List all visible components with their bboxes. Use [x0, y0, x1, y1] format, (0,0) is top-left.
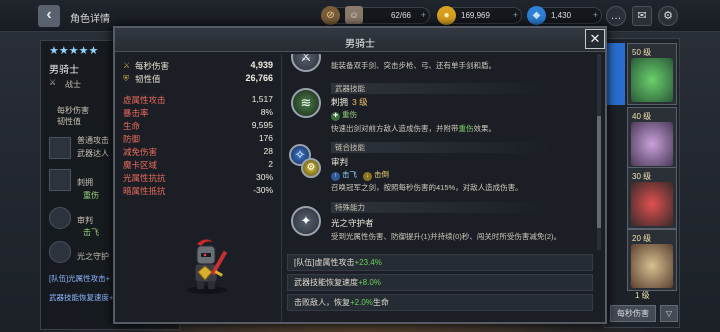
skill-tag: ↓ 击倒	[363, 169, 389, 181]
gold-coin-icon: ●	[437, 6, 456, 25]
panel-skill-label: 刺拥	[77, 178, 93, 187]
skill-slot[interactable]	[49, 169, 71, 191]
mail-icon[interactable]: ✉	[632, 6, 652, 26]
panel-skill-label: 普通攻击	[77, 136, 109, 145]
skill-desc: 能装备双手剑、突击步枪、弓、还有单手剑和盾。	[331, 61, 496, 70]
chain-skill-icon[interactable]: ⚙	[301, 158, 321, 178]
stamina-counter: ⊘ ☺ 62/66 +	[321, 6, 430, 25]
panel-skill-label: 光之守护	[77, 252, 109, 261]
scroll-thumb[interactable]	[597, 116, 601, 228]
weapon-mastery-icon: ⚔	[291, 54, 321, 72]
sort-dropdown[interactable]: 每秒伤害	[610, 305, 656, 322]
stamina-icon: ⊘	[321, 6, 340, 25]
divider	[281, 54, 282, 322]
modal-title: 男骑士	[345, 39, 375, 50]
avatar-icon: ☺	[345, 6, 363, 24]
star-rating-icon: ★★★★★	[49, 45, 99, 57]
skill-name: 光之守护者	[331, 218, 374, 228]
skill-category: 武器技能	[331, 83, 551, 94]
settings-gear-icon[interactable]: ⚙	[658, 6, 678, 26]
chat-icon[interactable]: …	[606, 6, 626, 26]
stat-row: ⚔ 每秒伤害 4,939	[123, 60, 273, 71]
stat-row: 暗属性抵抗 -30%	[123, 185, 273, 196]
close-button[interactable]: ✕	[585, 29, 605, 49]
stat-row: 生命 9,595	[123, 120, 273, 131]
panel-stat-toughness: 韧性值	[57, 117, 81, 126]
character-portrait	[631, 244, 673, 288]
skill-category: 特殊能力	[331, 202, 551, 213]
skill-desc: 召唤冠军之剑，按照每秒伤害的415%，对敌人造成伤害。	[331, 183, 523, 192]
back-button[interactable]: ‹	[38, 5, 60, 27]
skill-tag: ↑ 击飞	[331, 169, 357, 181]
stamina-value: 62/66	[390, 11, 411, 20]
bonus-list: [队伍]虚属性攻击+23.4% 武器技能恢复速度+8.0% 击败敌人，恢复+2.…	[287, 254, 593, 314]
roster-highlight-strip	[605, 43, 625, 105]
roster-level-label: 1 级	[635, 291, 650, 300]
stat-row: 虚属性攻击 1,517	[123, 94, 273, 105]
character-role: 战士	[65, 80, 81, 89]
skill-tag: ✚ 重伤	[331, 110, 357, 121]
stat-row: 光属性抗抗 30%	[123, 172, 273, 183]
character-portrait	[631, 58, 673, 102]
modal-header: 男骑士 ✕	[115, 28, 605, 52]
skill-slot[interactable]	[49, 207, 71, 229]
filter-icon[interactable]: ▽	[660, 305, 678, 322]
roster-card[interactable]: 30 级	[627, 167, 677, 229]
stamina-add-button[interactable]: +	[421, 8, 426, 23]
panel-bonus-link: [队伍]光属性攻击+	[49, 274, 111, 283]
panel-skill-label: 重伤	[83, 191, 99, 200]
skill-name: 刺拥 3 级	[331, 97, 368, 107]
sword-icon: ⚔	[49, 78, 57, 87]
panel-skill-label: 击飞	[83, 228, 99, 237]
character-portrait	[631, 182, 673, 226]
slash-skill-icon[interactable]: ≋	[291, 88, 321, 118]
gold-value: 169,969	[461, 11, 490, 20]
panel-bonus-link: 武器技能恢复速度+	[49, 293, 114, 302]
skill-slot[interactable]	[49, 137, 71, 159]
stat-row: 暴击率 8%	[123, 107, 273, 118]
roster-card[interactable]: 20 级	[627, 229, 677, 291]
character-portrait	[631, 122, 673, 166]
character-roster: 50 级 40 级 30 级 20 级 1 级	[604, 38, 680, 328]
skills-list: ⚔ 能装备双手剑、突击步枪、弓、还有单手剑和盾。 武器技能 ≋ 刺拥 3 级 ✚ 重…	[287, 54, 605, 250]
stats-list: ⚔ 每秒伤害 4,939 ⛨ 韧性值 26,766 虚属性攻击 1,517 暴击率…	[123, 60, 273, 198]
page-title: 角色详情	[70, 14, 110, 25]
bonus-row: 武器技能恢复速度+8.0%	[287, 274, 593, 291]
stat-row: 防御 176	[123, 133, 273, 144]
skill-slot[interactable]	[49, 241, 71, 263]
skill-category: 链合技能	[331, 142, 551, 153]
character-name: 男骑士	[49, 65, 79, 76]
stat-row: ⛨ 韧性值 26,766	[123, 73, 273, 84]
stat-row: 减免伤害 28	[123, 146, 273, 157]
panel-skill-label: 审判	[77, 216, 93, 225]
scrollbar[interactable]	[597, 54, 601, 250]
panel-skill-label: 武器达人	[77, 149, 109, 158]
stat-row: 魔卡区域 2	[123, 159, 273, 170]
roster-card[interactable]: 40 级	[627, 107, 677, 169]
bonus-row: 击败敌人，恢复+2.0%生命	[287, 294, 593, 311]
roster-card[interactable]: 50 级	[627, 43, 677, 105]
gem-value: 1,430	[551, 11, 572, 20]
gold-add-button[interactable]: +	[513, 8, 518, 23]
skill-name: 审判	[331, 157, 349, 167]
gem-counter: ◆ 1,430 +	[527, 6, 602, 25]
gem-icon: ◆	[527, 6, 546, 25]
skill-desc: 快速出剑对前方敌人造成伤害，并附带重伤效果。	[331, 124, 496, 133]
gem-add-button[interactable]: +	[593, 8, 598, 23]
panel-stat-dps: 每秒伤害	[57, 106, 89, 115]
bonus-row: [队伍]虚属性攻击+23.4%	[287, 254, 593, 271]
character-detail-modal: 男骑士 ✕ ⚔ 每秒伤害 4,939 ⛨ 韧性值 26,766 虚属性攻击 1,5…	[113, 26, 607, 324]
guardian-sparkle-icon: ✦	[291, 206, 321, 236]
knight-sprite-image	[187, 239, 228, 294]
gold-counter: ● 169,969 +	[437, 6, 522, 25]
skill-desc: 受到光属性伤害、防御提升(1)并持续(0)秒、闯关时所受伤害减免(2)。	[331, 232, 561, 241]
